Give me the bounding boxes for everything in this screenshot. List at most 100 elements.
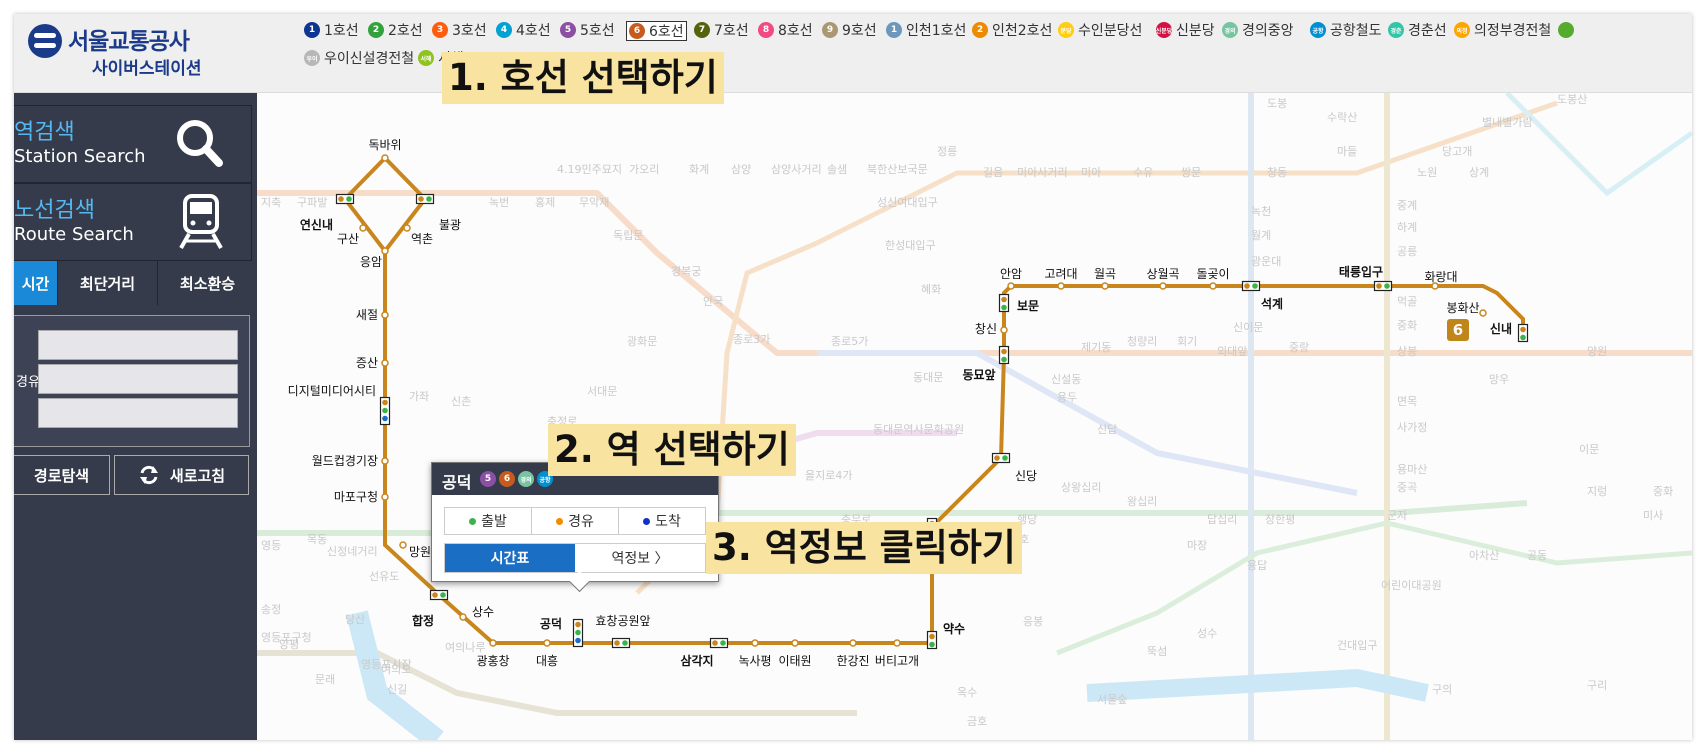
line-option-10[interactable]: 2 인천2호선: [972, 21, 1052, 39]
background-station-label: 목동: [307, 533, 327, 546]
via-label: 경유: [16, 375, 40, 390]
line-option-7[interactable]: 8 8호선: [758, 21, 813, 39]
background-station-label: 신답: [1097, 423, 1117, 436]
station-label: 대흥: [536, 654, 558, 668]
sidebar: 역검색 Station Search 노선검색 Route Search 시간: [14, 93, 257, 740]
subway-map[interactable]: 구파발 지축 녹번 홍제 무악재 4.19민주묘지 가오리 화계 삼양 삼양사거리 솔샘 북한산보국문…: [257, 93, 1692, 740]
background-station-label: 정릉: [937, 145, 957, 158]
background-station-label: 북한산보국문: [867, 163, 928, 176]
refresh-icon: [139, 465, 158, 485]
line-color-icon: 1: [886, 22, 902, 38]
background-station-label: 공동: [1527, 549, 1547, 562]
line-option-4[interactable]: 5 5호선: [560, 21, 615, 39]
background-station-label: 녹천: [1251, 204, 1271, 218]
set-arrival-button[interactable]: 도착: [619, 508, 705, 534]
line-option-1[interactable]: 2 2호선: [368, 21, 423, 39]
transfer-line-dot: [1002, 455, 1008, 461]
station-봉화산[interactable]: 봉화산: [1446, 301, 1487, 317]
line-option-14[interactable]: 공항 공항철도: [1310, 21, 1382, 39]
station-불광[interactable]: 불광: [415, 193, 462, 233]
line-option-13[interactable]: 경의 경의중앙: [1222, 21, 1294, 39]
route-search-panel[interactable]: 노선검색 Route Search: [14, 183, 252, 261]
background-station-label: 건대입구: [1337, 639, 1377, 652]
station-info-button[interactable]: 역정보 〉: [575, 544, 705, 572]
line-option-label: 인천2호선: [992, 23, 1053, 39]
line-option-17[interactable]: [1558, 21, 1578, 39]
station-디지털미디어시티[interactable]: 디지털미디어시티: [288, 384, 391, 426]
station-label: 보문: [1017, 299, 1039, 313]
background-station-label: 가좌: [409, 390, 429, 403]
background-station-label: 가오리: [629, 163, 659, 176]
background-station-label: 광운대: [1251, 255, 1281, 268]
line-option-16[interactable]: 의정 의정부경전철: [1454, 21, 1551, 39]
line-option-12[interactable]: 신분당 신분당: [1156, 21, 1215, 39]
background-station-label: 금호: [967, 715, 987, 728]
line-badge-icon: 5: [480, 471, 496, 487]
line-option-label: 수인분당선: [1078, 23, 1143, 39]
line-option-15[interactable]: 경춘 경춘선: [1388, 21, 1447, 39]
station-dot: [1479, 309, 1487, 317]
station-label: 새절: [356, 308, 378, 322]
line-option-8[interactable]: 9 9호선: [822, 21, 877, 39]
station-합정[interactable]: 합정: [412, 589, 449, 629]
line-option-label: 경의중앙: [1242, 23, 1294, 39]
via-field[interactable]: [38, 364, 238, 394]
transfer-line-dot: [440, 592, 446, 598]
tab-shortest[interactable]: 최단거리: [58, 261, 158, 305]
station-상수[interactable]: 상수: [459, 605, 494, 621]
line-option-18[interactable]: 우이 우이신설경전철: [304, 49, 414, 67]
line-option-0[interactable]: 1 1호선: [304, 21, 359, 39]
line-option-label: 1호선: [324, 23, 359, 39]
tab-time[interactable]: 시간: [14, 261, 58, 305]
search-icon[interactable]: [171, 116, 231, 172]
background-station-label: 공릉: [1397, 245, 1417, 258]
line-option-11[interactable]: 분당 수인분당선: [1058, 21, 1142, 39]
background-station-label: 미사: [1643, 509, 1663, 522]
station-보문[interactable]: 보문: [998, 293, 1040, 314]
station-label: 월곡: [1094, 267, 1116, 281]
transfer-line-dot: [1001, 356, 1007, 363]
station-마포구청[interactable]: 마포구청: [334, 490, 389, 504]
background-station-label: 선유도: [369, 570, 399, 583]
station-dot: [459, 613, 467, 621]
station-월드컵경기장[interactable]: 월드컵경기장: [312, 454, 389, 468]
station-search-panel[interactable]: 역검색 Station Search: [14, 105, 252, 183]
callout-step-1: 1. 호선 선택하기: [442, 52, 724, 104]
station-label: 녹사평: [738, 654, 771, 668]
train-icon[interactable]: [171, 194, 231, 250]
logo-org-name: 서울교통공사: [68, 29, 190, 55]
logo[interactable]: 서울교통공사 사이버스테이션: [28, 20, 268, 80]
transfer-line-dot: [1001, 296, 1007, 303]
line-option-2[interactable]: 3 3호선: [432, 21, 487, 39]
background-station-label: 삼양: [731, 163, 751, 176]
station-역촌[interactable]: 역촌: [403, 224, 433, 246]
station-구산[interactable]: 구산: [337, 224, 367, 246]
station-dot: [849, 639, 857, 647]
background-station-label: 을지로4가: [805, 469, 852, 482]
set-via-button[interactable]: 경유: [532, 508, 619, 534]
line-option-5[interactable]: 6 6호선: [626, 21, 687, 41]
tab-least-transfer[interactable]: 최소환승: [158, 261, 257, 305]
station-신당[interactable]: 신당: [991, 452, 1038, 484]
station-label: 동묘앞: [962, 368, 995, 382]
line-option-9[interactable]: 1 인천1호선: [886, 21, 966, 39]
station-망원[interactable]: 망원: [399, 541, 431, 559]
background-station-label: 성신여대입구: [877, 196, 938, 209]
line-option-3[interactable]: 4 4호선: [496, 21, 551, 39]
station-독바위[interactable]: 독바위: [368, 138, 402, 162]
station-label: 광홍창: [476, 654, 509, 668]
station-신내[interactable]: 신내: [1490, 321, 1529, 343]
station-dot: [381, 311, 389, 319]
refresh-button[interactable]: 새로고침: [114, 455, 249, 495]
route-search-button[interactable]: 경로탐색: [14, 455, 110, 495]
arrival-field[interactable]: [38, 398, 238, 428]
station-dot: [403, 224, 411, 232]
departure-field[interactable]: [38, 330, 238, 360]
background-station-label: 화계: [689, 163, 709, 176]
map-canvas[interactable]: 구파발 지축 녹번 홍제 무악재 4.19민주묘지 가오리 화계 삼양 삼양사거리 솔샘 북한산보국문…: [257, 93, 1692, 740]
set-departure-button[interactable]: 출발: [445, 508, 532, 534]
line-option-6[interactable]: 7 7호선: [694, 21, 749, 39]
background-station-label: 무악재: [579, 196, 609, 209]
timetable-button[interactable]: 시간표: [445, 544, 575, 572]
background-station-label: 성수: [1197, 627, 1217, 640]
